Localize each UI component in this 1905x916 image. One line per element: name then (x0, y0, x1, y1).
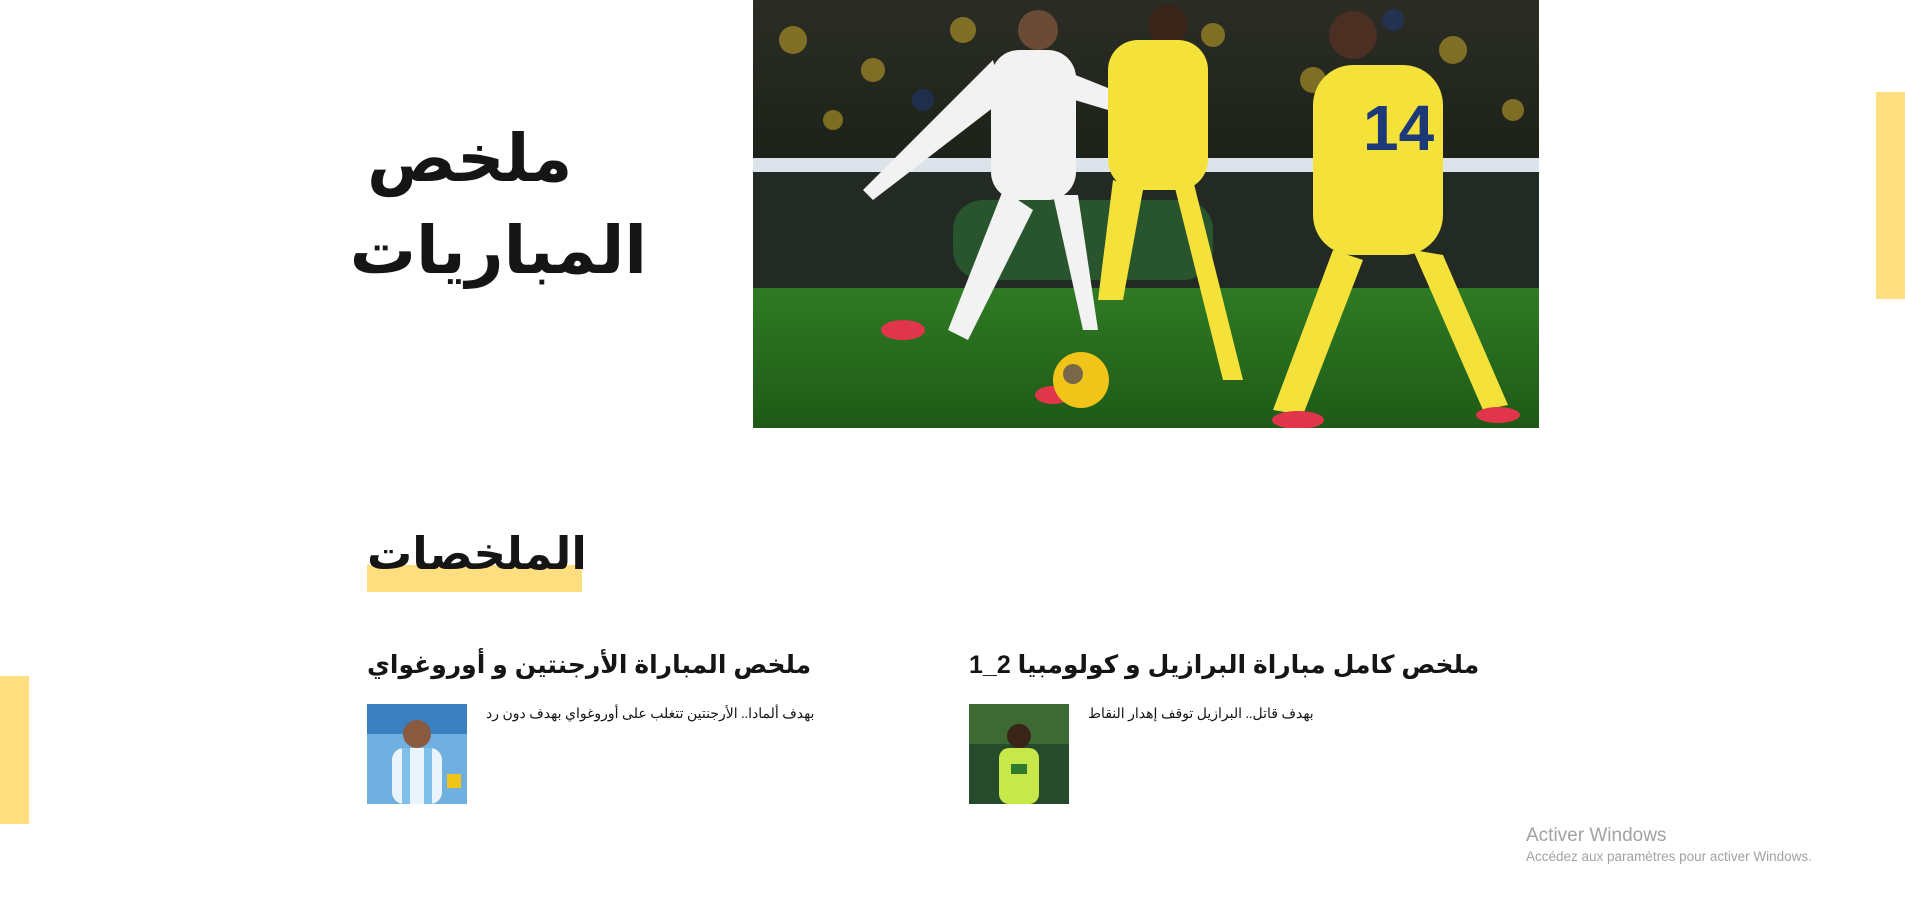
card-thumbnail[interactable] (367, 704, 467, 804)
card-title[interactable]: ملخص كامل مباراة البرازيل و كولومبيا 2_1 (969, 648, 1489, 682)
hero-title-line-2: المباريات (349, 213, 648, 287)
card-body: بهدف ألمادا.. الأرجنتين تتغلب على أوروغو… (367, 704, 887, 804)
card-description: بهدف ألمادا.. الأرجنتين تتغلب على أوروغو… (486, 707, 815, 722)
card-description: بهدف قاتل.. البرازيل توقف إهدار النقاط (1088, 707, 1314, 722)
card-body: بهدف قاتل.. البرازيل توقف إهدار النقاط (969, 704, 1489, 804)
summary-card[interactable]: ملخص المباراة الأرجنتين و أوروغواي بهدف … (367, 648, 887, 804)
windows-activation-watermark: Activer Windows Accédez aux paramètres p… (1526, 824, 1812, 866)
argentina-player-thumbnail (367, 704, 467, 804)
hero-title: ملخص المباريات (350, 112, 648, 296)
decorative-accent-bar-left (0, 676, 29, 824)
section-title: الملخصات (367, 528, 587, 579)
svg-text:14: 14 (1363, 92, 1435, 164)
summary-card[interactable]: ملخص كامل مباراة البرازيل و كولومبيا 2_1… (969, 648, 1489, 804)
watermark-title: Activer Windows (1526, 825, 1667, 846)
brazil-player-thumbnail (969, 704, 1069, 804)
football-match-image: 14 (753, 0, 1539, 428)
card-title[interactable]: ملخص المباراة الأرجنتين و أوروغواي (367, 648, 887, 682)
card-thumbnail[interactable] (969, 704, 1069, 804)
decorative-accent-bar-right (1876, 92, 1905, 299)
summaries-section-header: الملخصات (367, 525, 587, 592)
watermark-subtitle: Accédez aux paramètres pour activer Wind… (1526, 849, 1812, 864)
hero-match-photo: 14 (753, 0, 1539, 428)
hero-title-line-1: ملخص (367, 121, 573, 195)
